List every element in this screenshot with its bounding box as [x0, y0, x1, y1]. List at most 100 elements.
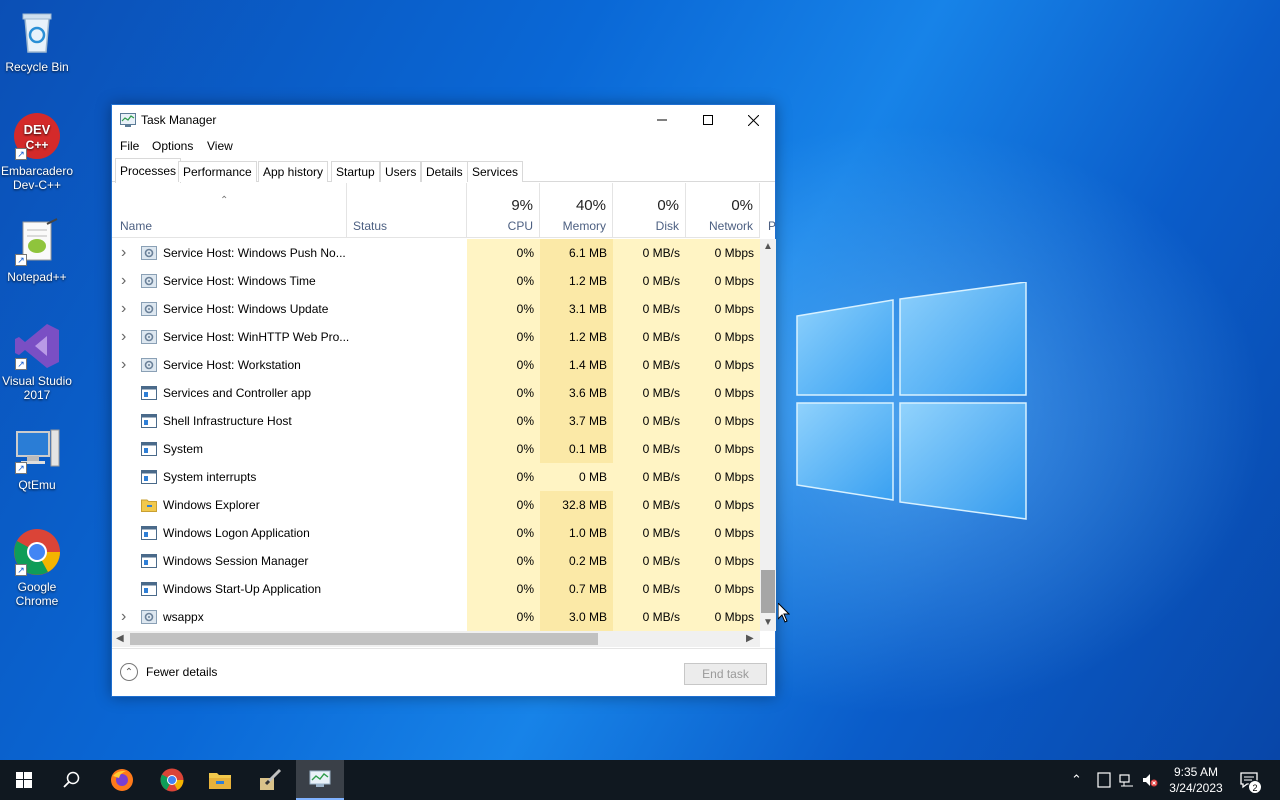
column-disk-label: Disk [655, 219, 679, 233]
process-network-cell: 0 Mbps [686, 351, 760, 379]
expand-chevron-icon[interactable]: › [121, 323, 129, 351]
taskbar-firefox[interactable] [98, 760, 146, 800]
menu-options[interactable]: Options [152, 139, 193, 153]
process-row[interactable]: Windows Explorer 0% 32.8 MB 0 MB/s 0 Mbps [112, 491, 760, 519]
disk-total-percent: 0% [657, 197, 679, 214]
process-status-cell [347, 463, 467, 491]
process-name-cell: Shell Infrastructure Host [112, 407, 347, 435]
fewer-details-button[interactable]: ⌃ Fewer details [120, 663, 217, 681]
process-memory-cell: 3.0 MB [540, 603, 613, 631]
tab-app-history[interactable]: App history [258, 161, 329, 182]
process-row[interactable]: System interrupts 0% 0 MB 0 MB/s 0 Mbps [112, 463, 760, 491]
expand-chevron-icon[interactable]: › [121, 267, 129, 295]
chrome-icon [160, 768, 184, 792]
process-row[interactable]: › Service Host: Workstation 0% 1.4 MB 0 MB/s… [112, 351, 760, 379]
column-cpu[interactable]: 9% CPU [467, 183, 540, 237]
scroll-right-arrow-icon[interactable]: ▶ [746, 633, 754, 644]
tablet-icon[interactable] [1096, 772, 1112, 788]
process-status-cell [347, 295, 467, 323]
tab-performance[interactable]: Performance [178, 161, 257, 182]
scroll-down-arrow-icon[interactable]: ▼ [763, 617, 773, 628]
menu-view[interactable]: View [207, 139, 233, 153]
expand-chevron-icon[interactable]: › [121, 351, 129, 379]
column-power-partial[interactable]: P [760, 183, 776, 237]
column-status-label: Status [353, 219, 388, 233]
desktop-icon-devcpp[interactable]: DEV C++ ↗ Embarcadero Dev-C++ [0, 112, 74, 192]
desktop-icon-qtemu[interactable]: ↗ QtEmu [0, 426, 74, 492]
process-row[interactable]: › Service Host: Windows Push No... 0% 6.1 M… [112, 239, 760, 267]
taskbar-task-manager[interactable] [296, 760, 344, 800]
column-network[interactable]: 0% Network [686, 183, 760, 237]
process-network-cell: 0 Mbps [686, 491, 760, 519]
process-name: Windows Logon Application [163, 526, 310, 540]
expand-chevron-icon[interactable]: › [121, 239, 129, 267]
taskbar-chrome[interactable] [148, 760, 196, 800]
column-disk[interactable]: 0% Disk [613, 183, 686, 237]
process-status-cell [347, 267, 467, 295]
expand-chevron-icon[interactable]: › [121, 603, 129, 631]
gear-icon [141, 610, 157, 624]
process-disk-cell: 0 MB/s [613, 575, 686, 603]
end-task-button[interactable]: End task [684, 663, 767, 685]
start-button[interactable] [0, 760, 48, 800]
process-row[interactable]: Windows Session Manager 0% 0.2 MB 0 MB/s 0 M… [112, 547, 760, 575]
devcpp-logo-text: DEV [24, 122, 51, 137]
volume-muted-icon[interactable] [1142, 772, 1158, 788]
process-row[interactable]: Windows Start-Up Application 0% 0.7 MB 0 MB… [112, 575, 760, 603]
process-network-cell: 0 Mbps [686, 603, 760, 631]
process-row[interactable]: System 0% 0.1 MB 0 MB/s 0 Mbps [112, 435, 760, 463]
horizontal-scrollbar[interactable]: ◀ ▶ [112, 631, 760, 647]
horizontal-scroll-thumb[interactable] [130, 633, 598, 645]
search-button[interactable] [48, 760, 96, 800]
expand-chevron-icon[interactable]: › [121, 295, 129, 323]
process-row[interactable]: › Service Host: Windows Time 0% 1.2 MB 0 MB/… [112, 267, 760, 295]
title-bar[interactable]: Task Manager [112, 105, 775, 135]
desktop-icon-label: QtEmu [18, 478, 56, 492]
column-memory[interactable]: 40% Memory [540, 183, 613, 237]
close-button[interactable] [730, 105, 776, 135]
shortcut-arrow-icon: ↗ [15, 254, 27, 266]
vertical-scroll-thumb[interactable] [761, 570, 775, 613]
column-name[interactable]: ⌃ Name [112, 183, 347, 237]
process-memory-cell: 32.8 MB [540, 491, 613, 519]
tab-users[interactable]: Users [380, 161, 422, 182]
process-status-cell [347, 603, 467, 631]
tab-startup[interactable]: Startup [331, 161, 380, 182]
menu-file[interactable]: File [120, 139, 139, 153]
shortcut-arrow-icon: ↗ [15, 358, 27, 370]
process-name: Service Host: Windows Push No... [163, 246, 346, 260]
system-clock[interactable]: 9:35 AM 3/24/2023 [1160, 764, 1232, 796]
maximize-button[interactable] [685, 105, 731, 135]
column-status[interactable]: Status [347, 183, 467, 237]
tab-details[interactable]: Details [421, 161, 468, 182]
show-hidden-icons-chevron-icon[interactable]: ⌃ [1071, 772, 1087, 788]
process-name: System interrupts [163, 470, 257, 484]
network-icon[interactable] [1119, 772, 1135, 788]
taskbar-pen-app[interactable] [246, 760, 294, 800]
desktop-icon-notepadpp[interactable]: ↗ Notepad++ [0, 218, 74, 284]
process-list: › Service Host: Windows Push No... 0% 6.1 M… [112, 239, 760, 631]
desktop-icon-chrome[interactable]: ↗ Google Chrome [0, 528, 74, 608]
process-row[interactable]: › Service Host: WinHTTP Web Pro... 0% 1.2 M… [112, 323, 760, 351]
svg-text:C++: C++ [26, 138, 49, 152]
task-manager-window[interactable]: Task Manager File Options View Processes… [111, 104, 776, 697]
tab-processes[interactable]: Processes [115, 158, 182, 183]
tab-services[interactable]: Services [467, 161, 524, 182]
shortcut-arrow-icon: ↗ [15, 148, 27, 160]
scroll-up-arrow-icon[interactable]: ▲ [763, 241, 773, 252]
process-status-cell [347, 239, 467, 267]
process-row[interactable]: › wsappx 0% 3.0 MB 0 MB/s 0 Mbps [112, 603, 760, 631]
desktop-icon-recycle-bin[interactable]: Recycle Bin [0, 8, 74, 74]
process-status-cell [347, 519, 467, 547]
process-row[interactable]: Windows Logon Application 0% 1.0 MB 0 MB/s 0… [112, 519, 760, 547]
vertical-scrollbar[interactable]: ▲ ▼ [760, 239, 776, 631]
process-name: Service Host: Windows Time [163, 274, 316, 288]
process-row[interactable]: › Service Host: Windows Update 0% 3.1 MB 0 M… [112, 295, 760, 323]
desktop-icon-visual-studio[interactable]: ↗ Visual Studio 2017 [0, 322, 74, 402]
minimize-button[interactable] [639, 105, 685, 135]
gear-icon [141, 274, 157, 288]
scroll-left-arrow-icon[interactable]: ◀ [116, 633, 124, 644]
process-row[interactable]: Shell Infrastructure Host 0% 3.7 MB 0 MB/s 0… [112, 407, 760, 435]
process-row[interactable]: Services and Controller app 0% 3.6 MB 0 MB/… [112, 379, 760, 407]
taskbar-file-explorer[interactable] [196, 760, 244, 800]
